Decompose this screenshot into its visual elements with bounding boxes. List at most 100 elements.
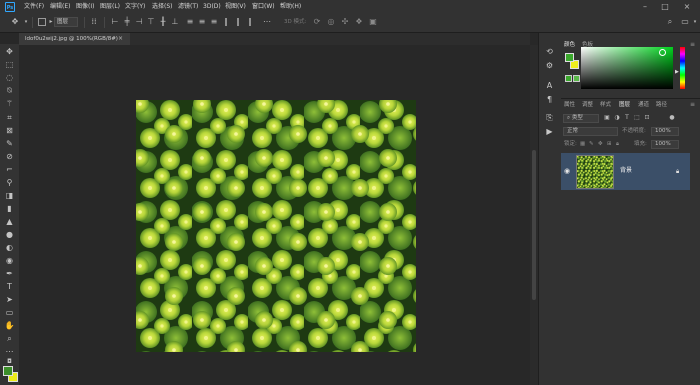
layer-thumbnail[interactable] — [576, 155, 614, 189]
quick-select-icon[interactable]: ⍉ — [4, 86, 15, 96]
brush-icon[interactable]: ⌐ — [4, 165, 15, 175]
auto-select-dropdown[interactable]: 图层 — [54, 17, 78, 27]
menu-edit[interactable]: 编辑(E) — [50, 0, 70, 14]
menu-layer[interactable]: 图层(L) — [100, 0, 120, 14]
document-tab[interactable]: ldof0u2wij2.jpg @ 100%(RGB/8#) — [19, 33, 130, 45]
eraser-icon[interactable]: ◨ — [4, 191, 15, 201]
character-icon[interactable]: A — [544, 80, 555, 91]
menu-help[interactable]: 帮助(H) — [280, 0, 301, 14]
tab-layers[interactable]: 图层 — [619, 100, 630, 110]
clone-stamp-icon[interactable]: ⚲ — [4, 178, 15, 188]
glyphs-icon[interactable]: ⎘ — [544, 112, 555, 123]
zoom-icon[interactable]: ⌕ — [4, 334, 15, 344]
search-icon[interactable]: ⌕ — [665, 17, 675, 27]
chevron-down-icon[interactable]: ▾ — [690, 17, 700, 27]
menu-file[interactable]: 文件(F) — [24, 0, 44, 14]
distribute-left-icon[interactable]: ‖ — [221, 17, 231, 27]
lock-all-icon[interactable]: 🔒︎ — [616, 140, 619, 149]
shape-icon[interactable]: ▭ — [4, 308, 15, 318]
healing-brush-icon[interactable]: ⊘ — [4, 152, 15, 162]
more-tools-icon[interactable]: ⋯ — [4, 347, 15, 357]
close-window-button[interactable]: × — [678, 0, 696, 14]
filter-pixel-icon[interactable]: ▣ — [603, 114, 611, 122]
3d-scale-icon[interactable]: ▣ — [368, 17, 378, 27]
color-picker-marker[interactable] — [659, 49, 666, 56]
type-icon[interactable]: T — [4, 282, 15, 292]
lock-pixels-icon[interactable]: ▦ — [580, 140, 585, 149]
blur-icon[interactable]: ▲ — [4, 217, 15, 227]
tab-channels[interactable]: 通道 — [638, 100, 649, 110]
web-safe-icon[interactable] — [565, 75, 572, 82]
filter-adjustment-icon[interactable]: ◑ — [613, 114, 621, 122]
frame-icon[interactable]: ⊠ — [4, 126, 15, 136]
hand-icon[interactable]: ✋ — [4, 321, 15, 331]
lock-artboard-icon[interactable]: ⊞ — [607, 140, 612, 149]
tab-properties[interactable]: 属性 — [564, 100, 575, 110]
hue-slider[interactable] — [680, 47, 685, 89]
align-center-icon[interactable]: ╪ — [122, 17, 132, 27]
filter-shape-icon[interactable]: ⬚ — [633, 114, 641, 122]
filter-type-icon[interactable]: T — [623, 114, 631, 122]
marquee-icon[interactable]: ⬚ — [4, 60, 15, 70]
gradient-icon[interactable]: ▮ — [4, 204, 15, 214]
3d-orbit-icon[interactable]: ⟳ — [312, 17, 322, 27]
menu-window[interactable]: 窗口(W) — [252, 0, 275, 14]
3d-roll-icon[interactable]: ◎ — [326, 17, 336, 27]
menu-type[interactable]: 文字(Y) — [125, 0, 145, 14]
align-bottom-icon[interactable]: ⊥ — [170, 17, 180, 27]
color-foreground-swatch[interactable] — [565, 53, 574, 62]
move-icon[interactable]: ✥ — [4, 47, 15, 57]
blend-mode-dropdown[interactable]: 正常 — [563, 127, 618, 136]
adjust-icon[interactable]: ⚙ — [544, 60, 555, 71]
transform-controls-icon[interactable]: ⁞⁞ — [89, 17, 99, 27]
history-icon[interactable]: ⟲ — [544, 46, 555, 57]
distribute-right-icon[interactable]: ‖ — [245, 17, 255, 27]
layer-filter-dropdown[interactable]: ⌕ 类型 — [563, 114, 599, 123]
menu-filter[interactable]: 滤镜(T) — [178, 0, 198, 14]
distribute-top-icon[interactable]: ≡ — [185, 17, 195, 27]
burn-icon[interactable]: ◐ — [4, 243, 15, 253]
align-left-icon[interactable]: ⊢ — [110, 17, 120, 27]
align-top-icon[interactable]: ⊤ — [146, 17, 156, 27]
distribute-bottom-icon[interactable]: ≡ — [209, 17, 219, 27]
sponge-icon[interactable]: ◉ — [4, 256, 15, 266]
menu-image[interactable]: 图像(I) — [76, 0, 94, 14]
minimize-button[interactable]: – — [636, 0, 654, 14]
gamut-warning-icon[interactable] — [573, 75, 580, 82]
filter-toggle-icon[interactable]: ● — [668, 114, 676, 122]
pen-icon[interactable]: ✒ — [4, 269, 15, 279]
lock-position-icon[interactable]: ✥ — [598, 140, 603, 149]
opacity-field[interactable]: 100% — [651, 127, 679, 136]
eyedropper-icon[interactable]: ✎ — [4, 139, 15, 149]
foreground-color-swatch[interactable] — [3, 366, 13, 376]
panel-menu-icon[interactable]: ≡ — [690, 100, 695, 110]
tab-paths[interactable]: 路径 — [656, 100, 667, 110]
chevron-down-icon[interactable]: ▾ — [21, 17, 31, 27]
tab-adjustments[interactable]: 调整 — [582, 100, 593, 110]
lasso-icon[interactable]: ◌ — [4, 73, 15, 83]
dodge-icon[interactable]: ● — [4, 230, 15, 240]
actions-icon[interactable]: ▶ — [544, 126, 555, 137]
move-tool-icon[interactable]: ✥ — [10, 17, 20, 27]
distribute-vcenter-icon[interactable]: ≡ — [197, 17, 207, 27]
3d-pan-icon[interactable]: ✣ — [340, 17, 350, 27]
tab-color[interactable]: 颜色 — [564, 40, 575, 50]
auto-select-checkbox[interactable] — [38, 18, 46, 26]
close-icon[interactable]: × — [118, 33, 126, 45]
crop-icon[interactable]: ⌗ — [4, 113, 15, 123]
maximize-button[interactable]: □ — [656, 0, 674, 14]
more-options-icon[interactable]: ⋯ — [262, 17, 272, 27]
menu-select[interactable]: 选择(S) — [152, 0, 173, 14]
distribute-hcenter-icon[interactable]: ‖ — [233, 17, 243, 27]
layer-name[interactable]: 背景 — [620, 167, 632, 175]
filter-smart-icon[interactable]: ⊡ — [643, 114, 651, 122]
eye-icon[interactable]: ◉ — [564, 168, 571, 175]
magic-wand-icon[interactable]: ⚚ — [4, 99, 15, 109]
align-middle-icon[interactable]: ╫ — [158, 17, 168, 27]
document-image[interactable] — [136, 100, 416, 352]
workspace-icon[interactable]: ▭ — [680, 17, 690, 27]
lock-paint-icon[interactable]: ✎ — [589, 140, 594, 149]
tab-styles[interactable]: 样式 — [600, 100, 611, 110]
menu-view[interactable]: 视图(V) — [225, 0, 246, 14]
paragraph-icon[interactable]: ¶ — [544, 94, 555, 105]
